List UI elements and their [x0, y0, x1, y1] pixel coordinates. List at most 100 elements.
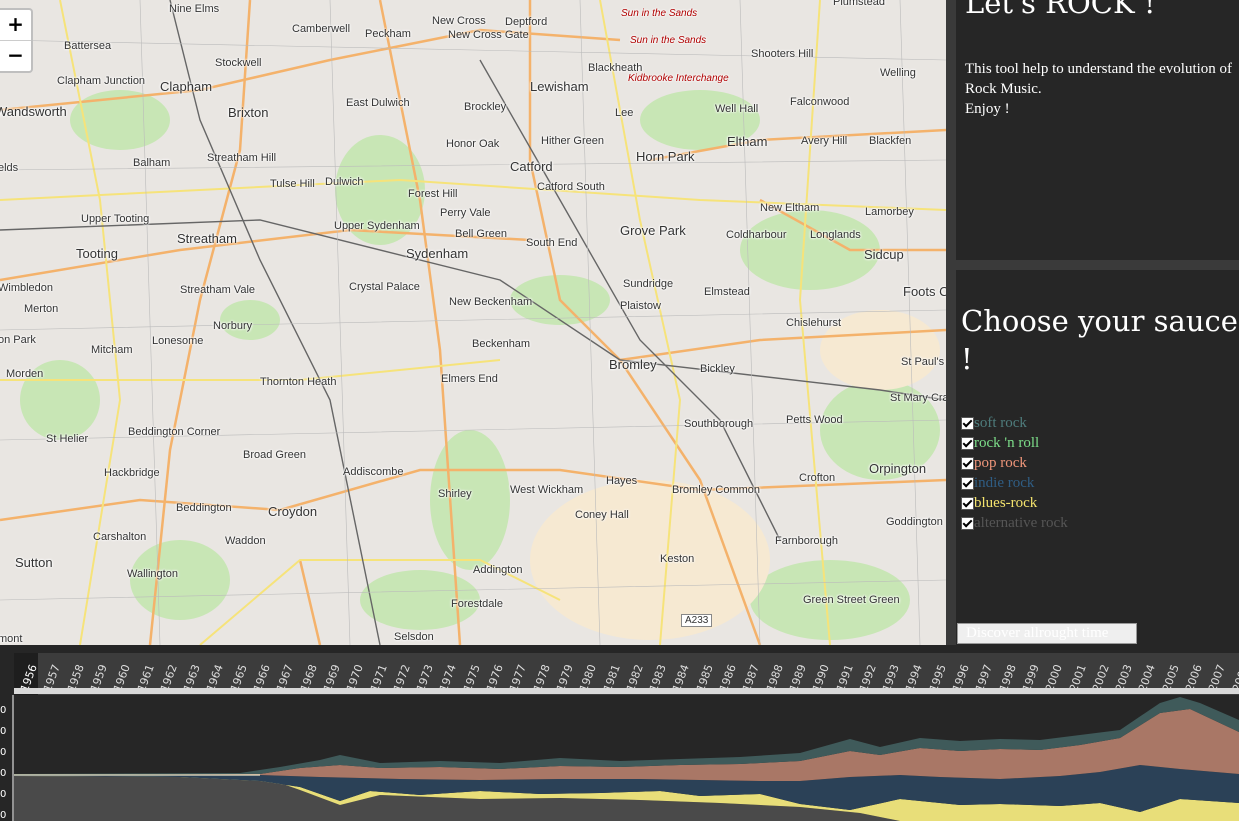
map-label: Longlands: [810, 229, 861, 241]
map-label: Plumstead: [833, 0, 885, 8]
map-label: Crystal Palace: [349, 281, 420, 293]
intro-panel: Let's ROCK ! This tool help to understan…: [956, 0, 1239, 260]
map-label: Clapham Junction: [57, 75, 146, 87]
genre-option[interactable]: soft rock: [961, 415, 1027, 435]
timeline: 1956 1957 1958 1959 1960 1961 1962 1963 1964 1965…: [0, 645, 1239, 821]
genre-option[interactable]: indie rock: [961, 475, 1034, 495]
map-label: Tooting: [76, 246, 118, 261]
map-label: Balham: [133, 157, 171, 169]
panel-separator: [946, 0, 956, 645]
map-label: Grove Park: [620, 223, 686, 238]
map-label: New Cross: [432, 15, 486, 27]
map-label: Shirley: [438, 488, 472, 500]
panel-separator: [956, 260, 1239, 270]
map-label: Streatham Vale: [180, 284, 256, 296]
map-label: New Beckenham: [449, 296, 533, 308]
map-view[interactable]: Nine Elms Camberwell New Cross Deptford Sun …: [0, 0, 946, 645]
genre-option[interactable]: rock 'n roll: [961, 435, 1039, 455]
genre-checkbox[interactable]: [961, 477, 974, 490]
map-label: Perry Vale: [440, 207, 491, 219]
intro-text: This tool help to understand the evoluti…: [965, 59, 1235, 119]
map-label: Addington: [473, 564, 523, 576]
map-label: Beddington: [176, 502, 232, 514]
map-label: Chislehurst: [786, 317, 842, 329]
map-label: Camberwell: [292, 23, 351, 35]
genre-option[interactable]: pop rock: [961, 455, 1027, 475]
map-label: Lamorbey: [865, 206, 914, 218]
map-label: South End: [526, 237, 578, 249]
map-label: Coney Hall: [575, 509, 629, 521]
discover-button[interactable]: Discover allrought time: [957, 623, 1137, 644]
genre-chooser: Choose your sauce ! soft rock rock 'n rol…: [956, 270, 1239, 645]
map-label: Crofton: [799, 472, 836, 484]
map-label: Carshalton: [93, 531, 147, 543]
map-label: Norbury: [213, 320, 253, 332]
map-label: New Cross Gate: [448, 29, 529, 41]
map-label: Mitcham: [91, 344, 133, 356]
map-label: Thornton Heath: [260, 376, 337, 388]
map-label: Elmers End: [441, 373, 498, 385]
map-label: Kidbrooke Interchange: [628, 73, 729, 84]
chooser-title: Choose your sauce !: [961, 304, 1238, 376]
zoom-out-button[interactable]: −: [0, 40, 31, 71]
map-label: mont: [0, 633, 23, 645]
intro-line-2: Enjoy !: [965, 101, 1010, 117]
map-label: elds: [0, 162, 19, 174]
genre-label: rock 'n roll: [974, 435, 1040, 451]
map-label: Brixton: [228, 105, 269, 120]
map-label: Selsdon: [394, 631, 434, 643]
map-label: Bickley: [700, 363, 735, 375]
map-label: Well Hall: [715, 103, 759, 115]
map-label: Plaistow: [620, 300, 661, 312]
map-label: Avery Hill: [801, 135, 848, 147]
map-label: Hackbridge: [104, 467, 160, 479]
map-label: Tulse Hill: [270, 178, 315, 190]
genre-label: alternative rock: [974, 515, 1068, 531]
map-label: Brockley: [464, 101, 507, 113]
map-label: St Helier: [46, 433, 89, 445]
map-label: West Wickham: [510, 484, 584, 496]
map-label: Croydon: [268, 504, 318, 519]
map-label: Stockwell: [215, 57, 262, 69]
genre-option[interactable]: alternative rock: [961, 515, 1068, 535]
map-label: Sun in the Sands: [630, 35, 707, 46]
genre-option[interactable]: blues-rock: [961, 495, 1037, 515]
genre-checkbox[interactable]: [961, 437, 974, 450]
map-label: Streatham: [177, 231, 237, 246]
map-label: Bromley Common: [672, 484, 761, 496]
map-label: Dulwich: [325, 176, 364, 188]
genre-checkbox[interactable]: [961, 417, 974, 430]
year-ruler: [14, 688, 1239, 694]
map-label: Elmstead: [704, 286, 750, 298]
map-label: Bell Green: [455, 228, 507, 240]
map-label: Streatham Hill: [207, 152, 277, 164]
map-label: Lonesome: [152, 335, 204, 347]
map-label: Sidcup: [864, 247, 904, 262]
map-label: Honor Oak: [446, 138, 500, 150]
map-label: Goddington: [886, 516, 943, 528]
map-label: Morden: [6, 368, 44, 380]
map-label: Addiscombe: [343, 466, 404, 478]
genre-checkbox[interactable]: [961, 457, 974, 470]
map-label: Hayes: [606, 475, 638, 487]
genre-label: indie rock: [974, 475, 1035, 491]
map-label: Beckenham: [472, 338, 531, 350]
map-label: Upper Sydenham: [334, 220, 420, 232]
genre-checkbox[interactable]: [961, 517, 974, 530]
map-label: Foots C: [903, 284, 946, 299]
map-label: Beddington Corner: [128, 426, 221, 438]
map-label: Sutton: [15, 555, 53, 570]
map-label: Horn Park: [636, 149, 695, 164]
map-label: Orpington: [869, 461, 927, 476]
map-label: Falconwood: [790, 96, 850, 108]
map-label: Sydenham: [406, 246, 469, 261]
map-label: New Eltham: [760, 202, 820, 214]
map-label: Peckham: [365, 28, 411, 40]
map-label: Wandsworth: [0, 104, 67, 119]
intro-line-1: This tool help to understand the evoluti…: [965, 61, 1233, 97]
map-label: Blackfen: [869, 135, 912, 147]
map-label: East Dulwich: [346, 97, 410, 109]
zoom-in-button[interactable]: +: [0, 10, 31, 40]
map-label: Keston: [660, 553, 695, 565]
genre-checkbox[interactable]: [961, 497, 974, 510]
